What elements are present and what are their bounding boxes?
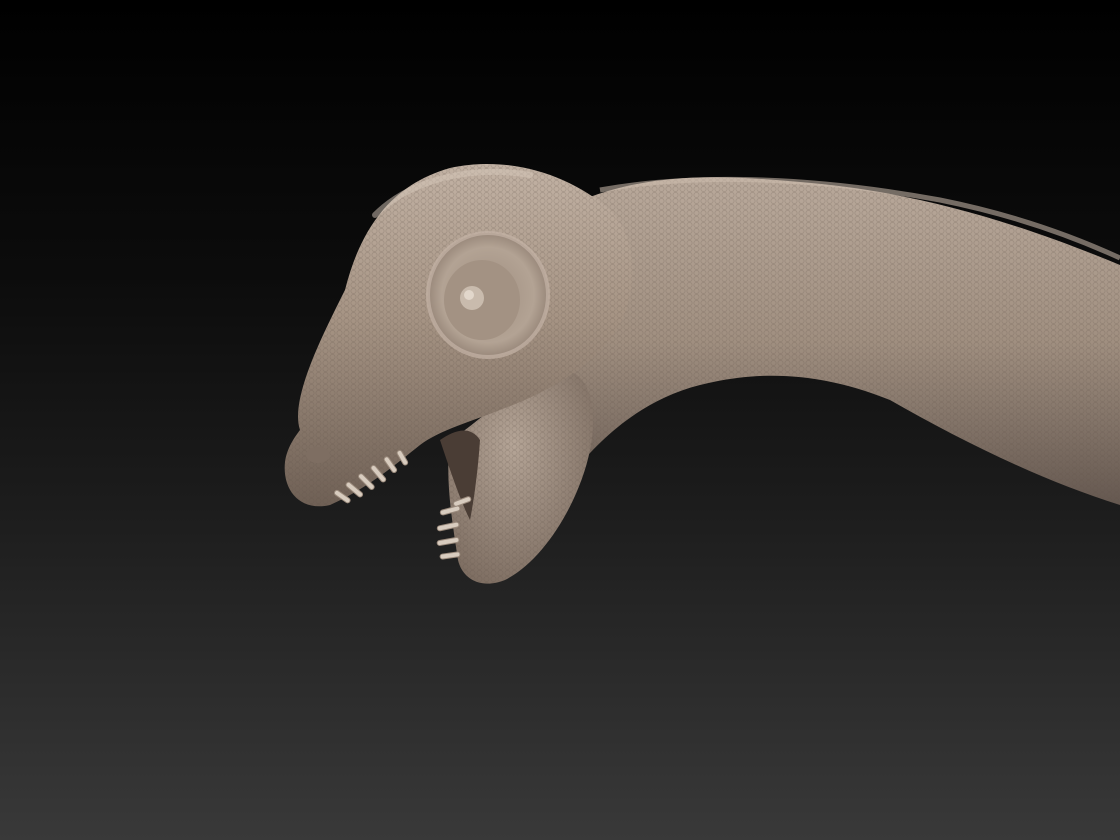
- viewport-canvas[interactable]: [0, 0, 1120, 840]
- sauropod-head-sculpt-icon: [284, 164, 1120, 584]
- nostril: [306, 447, 330, 463]
